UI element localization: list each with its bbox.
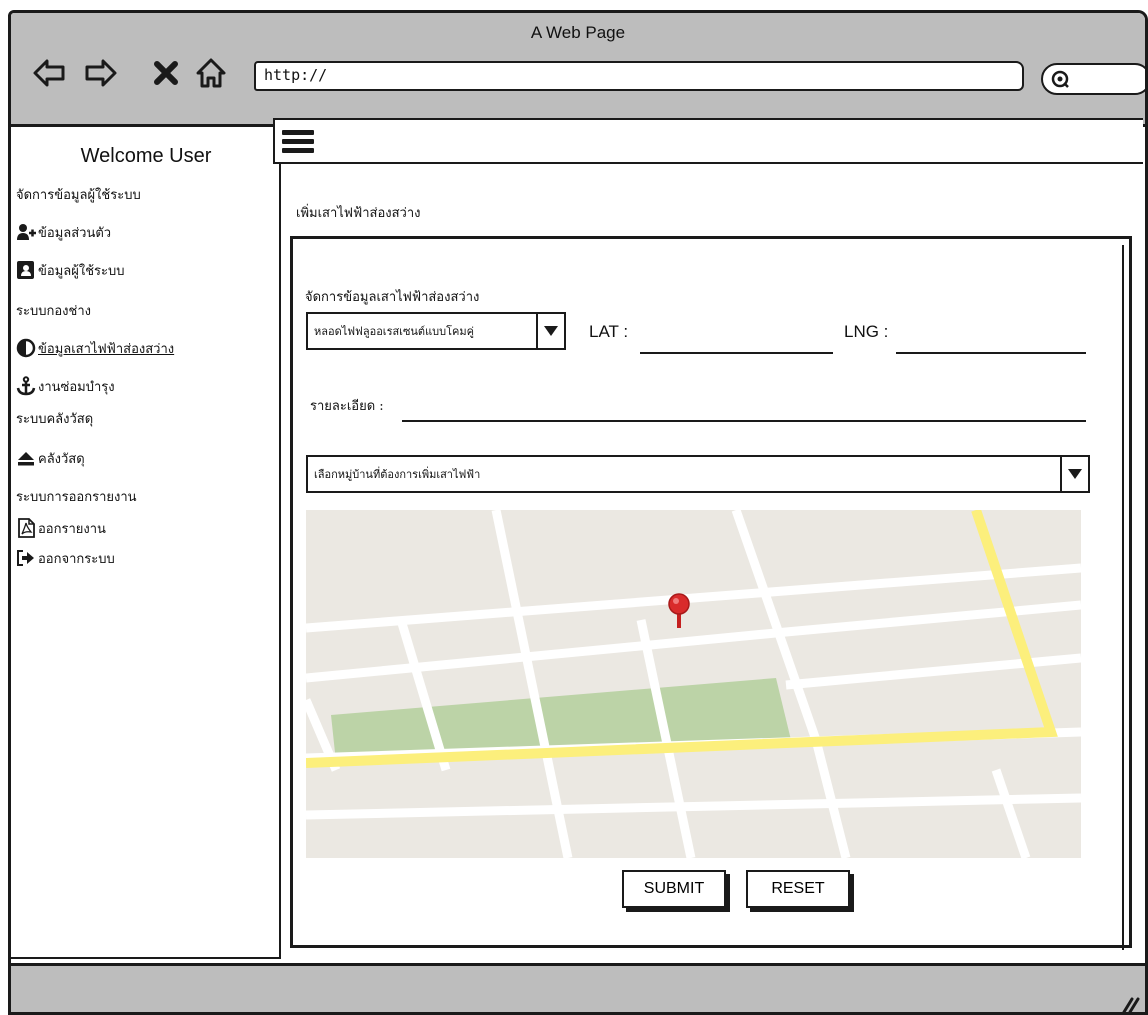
lng-label: LNG : [844, 322, 889, 341]
lamp-type-value: หลอดไฟฟลูออเรสเซนต์แบบโคมคู่ [314, 325, 475, 338]
sidebar-item-label: คลังวัสดุ [38, 451, 85, 467]
page-title: เพิ่มเสาไฟฟ้าส่องสว่าง [296, 206, 421, 221]
sidebar-section-engineering: ระบบกองช่าง [16, 297, 91, 323]
sidebar-title: Welcome User [80, 145, 212, 167]
back-arrow-icon[interactable] [29, 53, 69, 93]
sidebar-item-logout[interactable]: ออกจากระบบ [16, 545, 115, 571]
browser-titlebar: A Web Page http:// [11, 13, 1145, 127]
form-title: จัดการข้อมูลเสาไฟฟ้าส่องสว่าง [305, 290, 480, 305]
sidebar-section-label: ระบบคลังวัสดุ [16, 411, 94, 427]
address-book-icon [16, 260, 36, 280]
lat-label: LAT : [589, 322, 629, 341]
window-title: A Web Page [530, 23, 626, 42]
sidebar-section-inventory: ระบบคลังวัสดุ [16, 405, 93, 431]
sidebar-section-user-management: จัดการข้อมูลผู้ใช้ระบบ [16, 181, 141, 207]
sidebar-item-profile[interactable]: ข้อมูลส่วนตัว [16, 219, 111, 245]
lng-input[interactable] [896, 330, 1086, 354]
close-icon[interactable] [146, 53, 186, 93]
pdf-file-icon [16, 518, 36, 538]
chevron-down-icon[interactable] [1060, 457, 1088, 491]
sign-out-icon [16, 548, 36, 568]
sidebar-item-export-report[interactable]: ออกรายงาน [16, 515, 106, 541]
sidebar: Welcome User จัดการข้อมูลผู้ใช้ระบบ ข้อม… [11, 127, 281, 959]
sidebar-item-label: ออกจากระบบ [38, 551, 115, 567]
half-circle-icon [16, 338, 36, 358]
hamburger-menu-icon[interactable] [282, 126, 314, 158]
village-select[interactable]: เลือกหมู่บ้านที่ต้องการเพิ่มเสาไฟฟ้า [306, 455, 1090, 493]
sidebar-item-label: ข้อมูลส่วนตัว [38, 225, 112, 241]
sidebar-item-warehouse[interactable]: คลังวัสดุ [16, 445, 85, 471]
sidebar-item-label: ข้อมูลผู้ใช้ระบบ [38, 263, 125, 279]
search-box[interactable] [1041, 63, 1145, 95]
home-icon[interactable] [191, 53, 231, 93]
submit-button[interactable]: SUBMIT [622, 870, 726, 908]
sidebar-section-reports: ระบบการออกรายงาน [16, 483, 137, 509]
village-value: เลือกหมู่บ้านที่ต้องการเพิ่มเสาไฟฟ้า [314, 468, 481, 481]
sidebar-section-label: ระบบกองช่าง [16, 303, 91, 319]
sidebar-item-maintenance[interactable]: งานซ่อมบำรุง [16, 373, 115, 399]
sidebar-item-label: งานซ่อมบำรุง [38, 379, 115, 395]
eject-icon [16, 448, 36, 468]
forward-arrow-icon[interactable] [81, 53, 121, 93]
lat-input[interactable] [640, 330, 833, 354]
user-plus-icon [16, 222, 36, 242]
location-map[interactable] [306, 510, 1081, 858]
detail-label: รายละเอียด : [310, 399, 384, 414]
chevron-down-icon[interactable] [536, 314, 564, 348]
status-bar [11, 963, 1145, 1013]
anchor-icon [16, 376, 36, 396]
lamp-type-select[interactable]: หลอดไฟฟลูออเรสเซนต์แบบโคมคู่ [306, 312, 566, 350]
sidebar-item-label: ข้อมูลเสาไฟฟ้าส่องสว่าง [38, 341, 175, 357]
content-topbar [273, 118, 1143, 164]
reset-button[interactable]: RESET [746, 870, 850, 908]
sidebar-item-label: ออกรายงาน [38, 521, 106, 537]
sidebar-item-system-users[interactable]: ข้อมูลผู้ใช้ระบบ [16, 257, 125, 283]
sidebar-section-label: ระบบการออกรายงาน [16, 489, 137, 505]
url-input[interactable]: http:// [254, 61, 1024, 91]
panel-shadow [1122, 245, 1140, 950]
sidebar-item-street-lights[interactable]: ข้อมูลเสาไฟฟ้าส่องสว่าง [16, 335, 174, 361]
search-icon [1051, 70, 1069, 88]
sidebar-section-label: จัดการข้อมูลผู้ใช้ระบบ [16, 187, 141, 203]
detail-input[interactable] [402, 398, 1086, 422]
resize-grip-icon[interactable] [1119, 991, 1141, 1013]
